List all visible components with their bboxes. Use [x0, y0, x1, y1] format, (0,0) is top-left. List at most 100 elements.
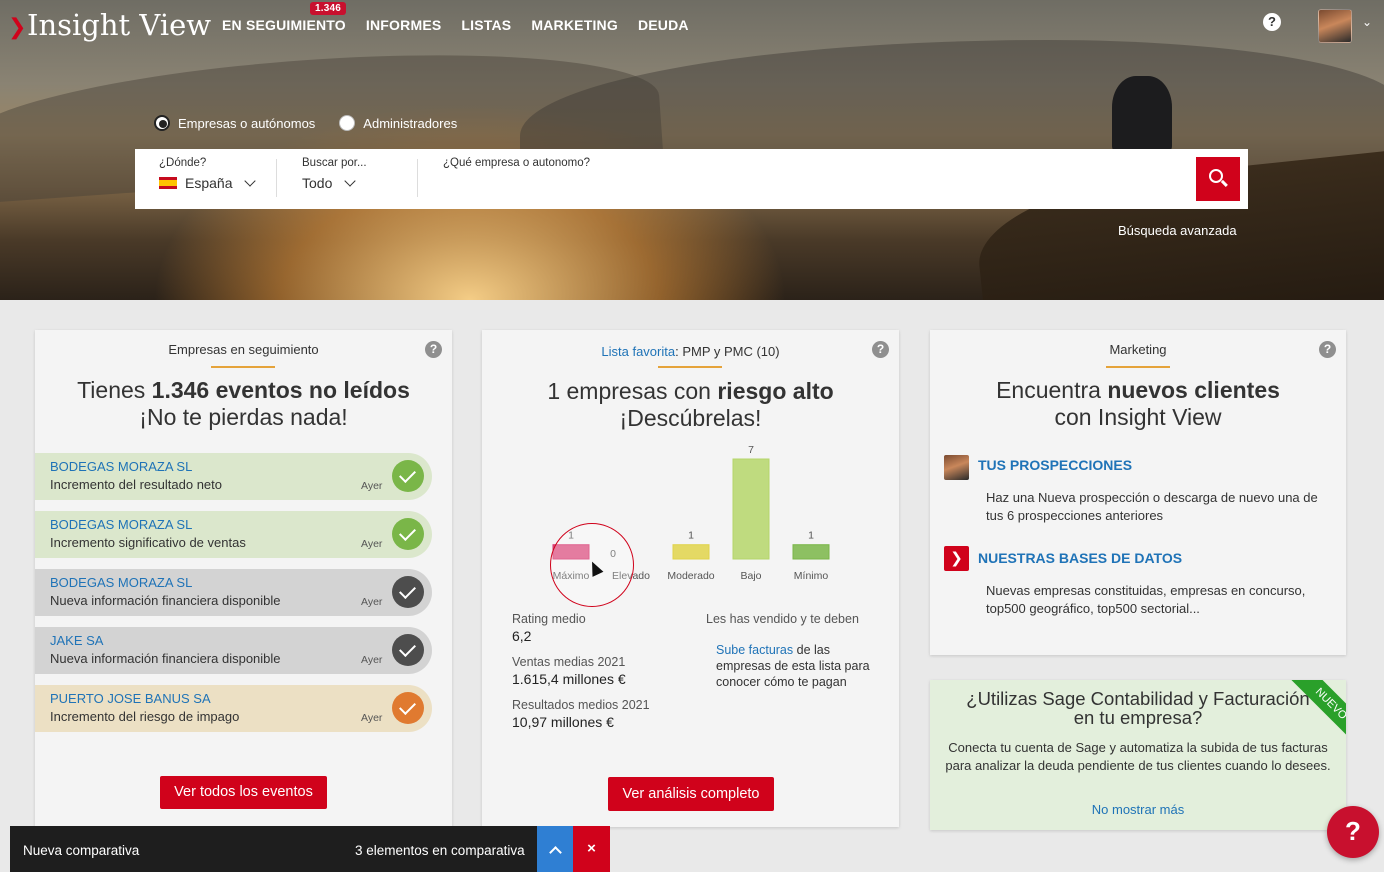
main-nav: EN SEGUIMIENTO 1.346 INFORMES LISTAS MAR… — [222, 2, 689, 33]
nav-item-seguimiento[interactable]: EN SEGUIMIENTO 1.346 — [222, 2, 347, 33]
where-value: España — [185, 175, 233, 191]
where-dropdown[interactable]: ¿Dónde? España — [159, 157, 257, 191]
event-row[interactable]: BODEGAS MORAZA SL Nueva información fina… — [35, 569, 432, 616]
event-row[interactable]: JAKE SA Nueva información financiera dis… — [35, 627, 432, 674]
databases-link[interactable]: NUESTRAS BASES DE DATOS — [978, 550, 1182, 566]
upload-invoices-link[interactable]: Sube facturas — [716, 643, 793, 657]
nav-item-marketing[interactable]: MARKETING — [531, 17, 618, 33]
event-description: Nueva información financiera disponible — [50, 651, 281, 666]
sold-title: Les has vendido y te deben — [706, 612, 859, 626]
prospecciones-link[interactable]: TUS PROSPECCIONES — [978, 457, 1132, 473]
user-avatar[interactable] — [1318, 9, 1352, 43]
nav-item-listas[interactable]: LISTAS — [461, 17, 511, 33]
headline-bold: 1.346 eventos no leídos — [151, 377, 410, 403]
compare-bar: Nueva comparativa 3 elementos en compara… — [10, 826, 610, 872]
radio-label: Empresas o autónomos — [178, 115, 316, 131]
compare-count: 3 elementos en comparativa — [355, 843, 525, 858]
event-time: Ayer — [361, 480, 383, 492]
sold-text: Sube facturas de las empresas de esta li… — [716, 642, 870, 690]
risk-card: Lista favorita: PMP y PMC (10) ? 1 empre… — [482, 330, 899, 827]
chart-bar[interactable] — [792, 544, 830, 560]
stat-value: 10,97 millones € — [512, 714, 614, 730]
help-icon[interactable]: ? — [1263, 13, 1281, 31]
event-description: Incremento del resultado neto — [50, 477, 222, 492]
marketing-headline: Encuentra nuevos clientes con Insight Vi… — [930, 377, 1346, 431]
nav-item-informes[interactable]: INFORMES — [366, 17, 442, 33]
stat-value: 1.615,4 millones € — [512, 671, 626, 687]
query-field[interactable]: ¿Qué empresa o autonomo? — [443, 157, 1183, 175]
logo-chevron-icon: ❯ — [8, 14, 27, 39]
event-time: Ayer — [361, 712, 383, 724]
event-company-link[interactable]: PUERTO JOSE BANUS SA — [50, 691, 211, 706]
check-icon[interactable] — [392, 460, 424, 492]
radio-selected-icon[interactable] — [154, 115, 170, 131]
chart-bar[interactable] — [672, 544, 710, 560]
radio-empresas[interactable]: Empresas o autónomos — [154, 115, 315, 131]
help-fab-button[interactable]: ? — [1327, 806, 1379, 858]
bar-category-label: Mínimo — [794, 570, 829, 582]
dismiss-link[interactable]: No mostrar más — [930, 802, 1346, 817]
card-title: Marketing — [1109, 342, 1167, 357]
databases-text: Nuevas empresas constituidas, empresas e… — [986, 583, 1306, 616]
help-icon[interactable]: ? — [425, 341, 442, 358]
brand-logo-icon: ❯ — [944, 546, 969, 571]
close-compare-button[interactable]: × — [573, 826, 610, 872]
event-description: Incremento significativo de ventas — [50, 535, 246, 550]
title-underline — [1106, 366, 1170, 368]
search-bar: ¿Dónde? España Buscar por... Todo ¿Qué e… — [135, 149, 1248, 209]
radio-unselected-icon[interactable] — [339, 115, 356, 131]
help-icon[interactable]: ? — [1319, 341, 1336, 358]
app-logo[interactable]: Insight View — [27, 8, 211, 42]
event-company-link[interactable]: BODEGAS MORAZA SL — [50, 459, 192, 474]
check-icon[interactable] — [392, 576, 424, 608]
sage-title: ¿Utilizas Sage Contabilidad y Facturació… — [930, 689, 1346, 727]
tracking-card: Empresas en seguimiento ? Tienes 1.346 e… — [35, 330, 452, 830]
chevron-down-icon[interactable]: ⌄ — [1362, 15, 1372, 29]
check-icon[interactable] — [392, 692, 424, 724]
search-by-value: Todo — [302, 175, 333, 191]
event-row[interactable]: BODEGAS MORAZA SL Incremento del resulta… — [35, 453, 432, 500]
radio-administradores[interactable]: Administradores — [339, 115, 457, 131]
event-row[interactable]: BODEGAS MORAZA SL Incremento significati… — [35, 511, 432, 558]
search-by-label: Buscar por... — [302, 157, 367, 169]
marketing-card: Marketing ? Encuentra nuevos clientes co… — [930, 330, 1346, 655]
nav-item-label: EN SEGUIMIENTO — [222, 17, 346, 33]
stat-label: Resultados medios 2021 — [512, 698, 650, 712]
full-analysis-button[interactable]: Ver análisis completo — [608, 777, 774, 811]
bar-value-label: 7 — [748, 444, 754, 456]
compare-title[interactable]: Nueva comparativa — [23, 843, 139, 858]
event-company-link[interactable]: BODEGAS MORAZA SL — [50, 517, 192, 532]
event-row[interactable]: PUERTO JOSE BANUS SA Incremento del ries… — [35, 685, 432, 732]
headline-text: Tienes — [77, 377, 152, 403]
event-company-link[interactable]: JAKE SA — [50, 633, 103, 648]
check-icon[interactable] — [392, 518, 424, 550]
advanced-search-link[interactable]: Búsqueda avanzada — [1118, 223, 1237, 238]
sold-text-part: conocer cómo te pagan — [716, 675, 847, 689]
check-icon[interactable] — [392, 634, 424, 666]
search-type-radios: Empresas o autónomos Administradores — [154, 115, 457, 131]
event-description: Incremento del riesgo de impago — [50, 709, 240, 724]
where-value-row: España — [159, 175, 257, 191]
user-avatar — [944, 455, 969, 480]
event-company-link[interactable]: BODEGAS MORAZA SL — [50, 575, 192, 590]
event-time: Ayer — [361, 538, 383, 550]
search-by-dropdown[interactable]: Buscar por... Todo — [302, 157, 367, 191]
search-button[interactable] — [1196, 157, 1240, 201]
divider — [417, 159, 418, 197]
headline-line2: con Insight View — [1054, 404, 1222, 430]
sold-text-part: empresas de esta lista para — [716, 659, 870, 673]
tracking-headline: Tienes 1.346 eventos no leídos ¡No te pi… — [35, 377, 452, 431]
radio-label: Administradores — [363, 115, 458, 131]
expand-compare-button[interactable] — [537, 826, 573, 872]
spain-flag-icon — [159, 177, 177, 189]
query-label: ¿Qué empresa o autonomo? — [443, 157, 591, 169]
view-all-events-button[interactable]: Ver todos los eventos — [160, 776, 327, 809]
sage-integration-card: ¿Utilizas Sage Contabilidad y Facturació… — [930, 680, 1346, 830]
where-label: ¿Dónde? — [159, 157, 207, 169]
nav-item-deuda[interactable]: DEUDA — [638, 17, 689, 33]
bar-value-label: 1 — [808, 530, 814, 542]
event-description: Nueva información financiera disponible — [50, 593, 281, 608]
chart-bar[interactable] — [732, 458, 770, 560]
stat-label: Ventas medias 2021 — [512, 655, 626, 669]
risk-bar-chart: 1Máximo0Elevado1Moderado7Bajo1Mínimo — [552, 444, 830, 582]
